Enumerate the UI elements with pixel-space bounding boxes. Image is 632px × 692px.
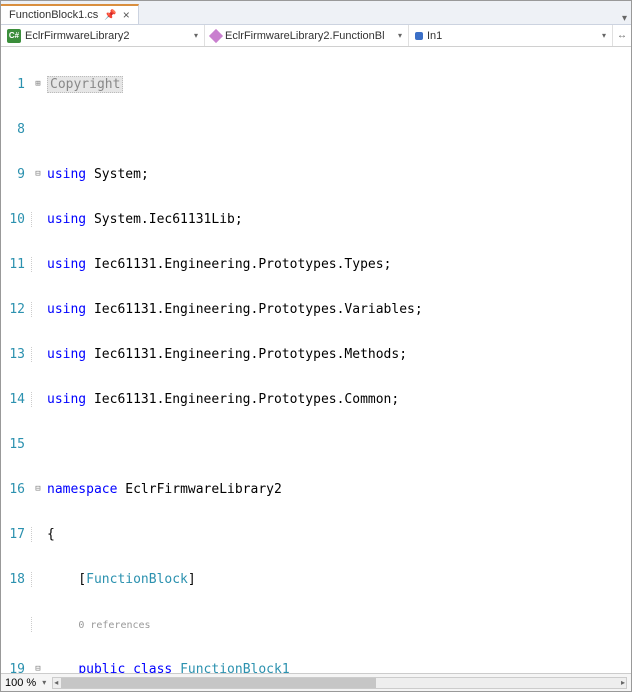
- fold-toggle[interactable]: ⊞: [31, 77, 45, 92]
- split-icon[interactable]: ↔: [613, 30, 631, 41]
- zoom-chevron-icon[interactable]: ▾: [42, 678, 46, 687]
- code-editor[interactable]: 1⊞Copyright 8 9⊟using System; 10using Sy…: [1, 47, 631, 673]
- nav-class-label: EclrFirmwareLibrary2.FunctionBl: [225, 30, 385, 42]
- codelens[interactable]: 0 references: [78, 620, 150, 631]
- navigation-bar: C# EclrFirmwareLibrary2 ▾ EclrFirmwareLi…: [1, 25, 631, 47]
- chevron-down-icon: ▾: [602, 31, 606, 40]
- scroll-left-icon[interactable]: ◂: [51, 678, 61, 688]
- zoom-level[interactable]: 100 %: [5, 677, 36, 689]
- nav-member-label: In1: [427, 30, 442, 42]
- tab-bar: FunctionBlock1.cs 📌 × ▾: [1, 1, 631, 25]
- chevron-down-icon: ▾: [398, 31, 402, 40]
- scroll-right-icon[interactable]: ▸: [618, 678, 628, 688]
- field-icon: [415, 32, 423, 40]
- chevron-down-icon: ▾: [194, 31, 198, 40]
- tab-filename: FunctionBlock1.cs: [9, 9, 98, 21]
- collapsed-region[interactable]: Copyright: [47, 76, 123, 93]
- nav-class-dropdown[interactable]: EclrFirmwareLibrary2.FunctionBl ▾: [205, 25, 409, 46]
- fold-toggle[interactable]: ⊟: [31, 167, 45, 182]
- file-tab[interactable]: FunctionBlock1.cs 📌 ×: [1, 4, 139, 24]
- nav-project-label: EclrFirmwareLibrary2: [25, 30, 130, 42]
- horizontal-scrollbar[interactable]: ◂ ▸: [52, 677, 627, 689]
- pin-icon[interactable]: 📌: [104, 10, 116, 21]
- csharp-icon: C#: [7, 29, 21, 43]
- fold-toggle[interactable]: ⊟: [31, 662, 45, 673]
- nav-member-dropdown[interactable]: In1 ▾: [409, 25, 613, 46]
- fold-toggle[interactable]: ⊟: [31, 482, 45, 497]
- class-icon: [209, 28, 223, 42]
- nav-project-dropdown[interactable]: C# EclrFirmwareLibrary2 ▾: [1, 25, 205, 46]
- close-icon[interactable]: ×: [123, 9, 130, 21]
- scrollbar-thumb[interactable]: [61, 678, 376, 688]
- tab-overflow-icon[interactable]: ▾: [618, 13, 631, 24]
- status-bar: 100 % ▾ ◂ ▸: [1, 673, 631, 691]
